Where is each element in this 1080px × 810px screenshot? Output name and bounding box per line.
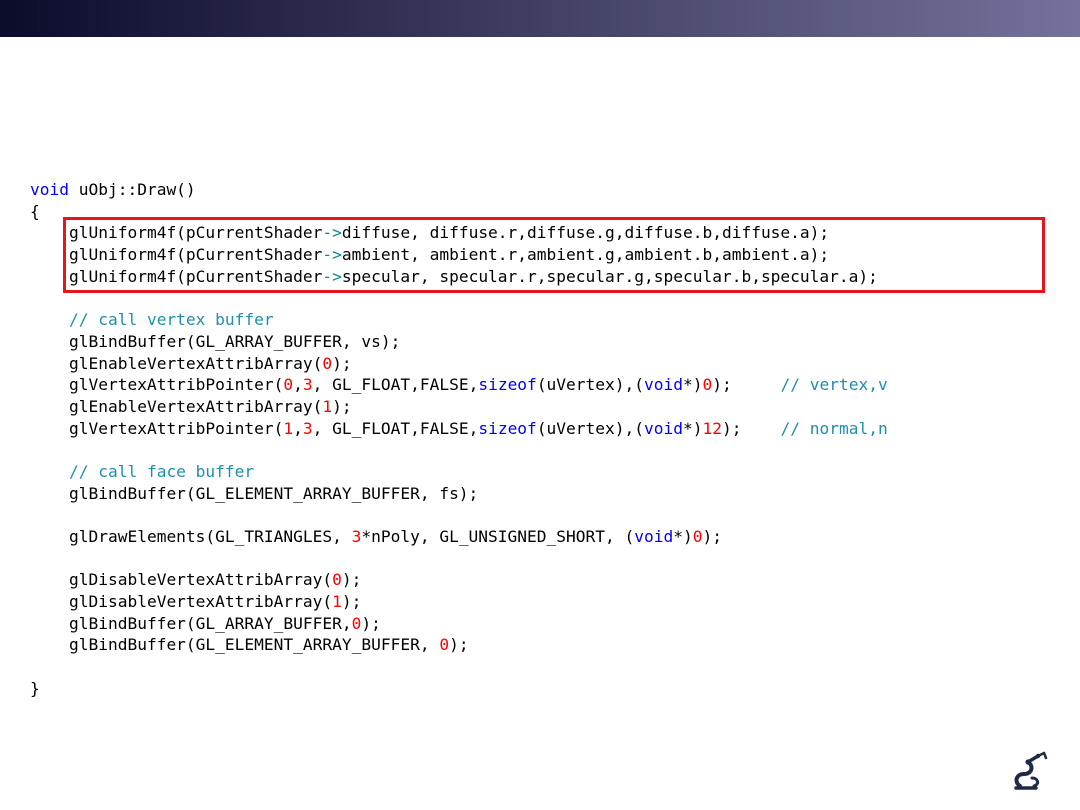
code-block: void uObj::Draw(){ glUniform4f(pCurrentS…: [30, 179, 888, 700]
code-text: );: [712, 375, 781, 395]
code-line: glUniform4f(pCurrentShader->diffuse, dif…: [30, 222, 888, 244]
code-text: *): [683, 375, 703, 395]
code-text: glVertexAttribPointer(: [30, 418, 284, 438]
code-number: 3: [302, 418, 313, 438]
code-keyword: sizeof: [478, 375, 537, 395]
code-text: );: [702, 527, 722, 546]
code-text: (uVertex),(: [536, 375, 645, 395]
code-text: );: [332, 396, 352, 416]
code-text: glBindBuffer(GL_ELEMENT_ARRAY_BUFFER, fs…: [30, 483, 479, 503]
code-text: glEnableVertexAttribArray(: [30, 353, 323, 373]
code-line: {: [30, 201, 888, 223]
code-text: glDrawElements(GL_TRIANGLES,: [30, 527, 352, 546]
code-keyword: sizeof: [478, 418, 537, 438]
code-number: 0: [439, 635, 450, 655]
code-text: glUniform4f(pCurrentShader: [30, 266, 323, 286]
code-line: glDrawElements(GL_TRIANGLES, 3*nPoly, GL…: [30, 526, 888, 548]
code-text: );: [361, 613, 381, 633]
code-number: 0: [332, 570, 342, 590]
code-text: glBindBuffer(GL_ELEMENT_ARRAY_BUFFER,: [30, 635, 440, 655]
code-text: glDisableVertexAttribArray(: [30, 570, 333, 590]
code-number: 1: [322, 396, 333, 416]
code-text: );: [341, 570, 362, 590]
code-text: }: [30, 678, 40, 698]
code-number: 0: [322, 353, 333, 373]
code-line: // call face buffer: [30, 461, 888, 483]
code-comment: // call vertex buffer: [68, 310, 274, 330]
code-number: 1: [332, 592, 342, 612]
code-keyword: void: [634, 527, 674, 546]
code-line: glBindBuffer(GL_ELEMENT_ARRAY_BUFFER, fs…: [30, 483, 888, 505]
code-number: 0: [283, 375, 294, 395]
code-text: );: [722, 418, 781, 438]
code-text: *nPoly, GL_UNSIGNED_SHORT, (: [361, 527, 635, 546]
code-text: );: [449, 635, 469, 655]
code-text: specular, specular.r,specular.g,specular…: [341, 266, 878, 286]
code-line: glUniform4f(pCurrentShader->specular, sp…: [30, 266, 888, 288]
code-text: glVertexAttribPointer(: [30, 375, 284, 395]
code-keyword: void: [30, 180, 69, 199]
code-line: glDisableVertexAttribArray(0);: [30, 569, 888, 591]
code-arrow-operator: ->: [322, 266, 342, 286]
code-line: void uObj::Draw(): [30, 179, 888, 201]
code-line: glBindBuffer(GL_ARRAY_BUFFER,0);: [30, 613, 888, 635]
code-text: glUniform4f(pCurrentShader: [30, 245, 323, 265]
code-line: glEnableVertexAttribArray(0);: [30, 353, 888, 375]
code-number: 12: [702, 418, 723, 438]
code-line: glBindBuffer(GL_ARRAY_BUFFER, vs);: [30, 331, 888, 353]
header-gradient-bar: [0, 0, 1080, 37]
code-comment: // normal,n: [780, 418, 888, 438]
code-text: glUniform4f(pCurrentShader: [30, 223, 323, 243]
code-text: *): [683, 418, 703, 438]
code-number: 0: [351, 613, 362, 633]
code-number: 1: [283, 418, 294, 438]
code-text: diffuse, diffuse.r,diffuse.g,diffuse.b,d…: [341, 223, 830, 243]
code-text: ambient, ambient.r,ambient.g,ambient.b,a…: [341, 245, 830, 265]
code-comment: // call face buffer: [68, 461, 255, 481]
code-line: glVertexAttribPointer(1,3, GL_FLOAT,FALS…: [30, 418, 888, 440]
code-line: glDisableVertexAttribArray(1);: [30, 591, 888, 613]
robot-arm-logo-icon: [1014, 751, 1048, 790]
code-line: glEnableVertexAttribArray(1);: [30, 396, 888, 418]
code-text: uObj::Draw(): [68, 180, 196, 199]
code-comment: // vertex,v: [780, 375, 888, 395]
code-number: 3: [302, 375, 313, 395]
code-text: , GL_FLOAT,FALSE,: [312, 418, 479, 438]
code-keyword: void: [644, 418, 683, 438]
code-arrow-operator: ->: [322, 245, 342, 265]
code-text: );: [332, 353, 352, 373]
code-text: glEnableVertexAttribArray(: [30, 396, 323, 416]
code-text: ,: [293, 375, 303, 395]
code-text: {: [30, 201, 40, 221]
code-text: glBindBuffer(GL_ARRAY_BUFFER, vs);: [30, 331, 401, 351]
code-text: ,: [293, 418, 303, 438]
code-text: glBindBuffer(GL_ARRAY_BUFFER,: [30, 613, 352, 633]
code-text: (uVertex),(: [536, 418, 645, 438]
code-text: );: [341, 592, 362, 612]
code-line: glBindBuffer(GL_ELEMENT_ARRAY_BUFFER, 0)…: [30, 634, 888, 656]
code-line: glUniform4f(pCurrentShader->ambient, amb…: [30, 244, 888, 266]
code-arrow-operator: ->: [322, 223, 342, 243]
code-line: glVertexAttribPointer(0,3, GL_FLOAT,FALS…: [30, 374, 888, 396]
code-keyword: void: [644, 375, 683, 395]
code-line: }: [30, 678, 888, 700]
slide: void uObj::Draw(){ glUniform4f(pCurrentS…: [0, 0, 1080, 810]
code-text: , GL_FLOAT,FALSE,: [312, 375, 479, 395]
code-text: glDisableVertexAttribArray(: [30, 592, 333, 612]
code-number: 3: [351, 527, 362, 546]
code-number: 0: [702, 375, 713, 395]
code-line: // call vertex buffer: [30, 309, 888, 331]
code-text: *): [673, 527, 693, 546]
